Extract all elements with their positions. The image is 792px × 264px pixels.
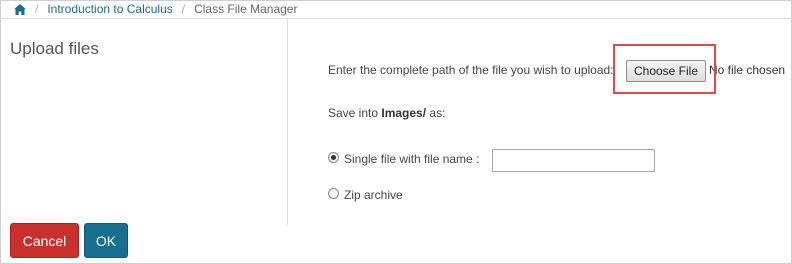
highlight-box [613,44,716,94]
upload-form: Enter the complete path of the file you … [289,19,791,225]
save-folder: Images/ [381,106,427,120]
single-file-label: Single file with file name : [344,152,480,166]
save-suffix: as: [426,106,446,120]
page-title: Upload files [10,39,99,58]
no-file-status: No file chosen [709,63,786,77]
cancel-button[interactable]: Cancel [10,223,79,258]
breadcrumb-current: Class File Manager [194,2,298,16]
breadcrumb: / Introduction to Calculus / Class File … [14,0,297,18]
save-destination-label: Save into Images/ as: [328,106,445,120]
zip-archive-radio[interactable] [328,188,339,199]
ok-button[interactable]: OK [84,223,128,258]
home-icon[interactable] [14,3,26,15]
single-file-radio[interactable] [328,152,339,163]
left-pane: Upload files [1,19,288,225]
breadcrumb-separator: / [35,2,39,16]
file-path-label: Enter the complete path of the file you … [328,63,614,77]
zip-archive-label: Zip archive [344,188,403,202]
save-prefix: Save into [328,106,382,120]
breadcrumb-course-link[interactable]: Introduction to Calculus [47,2,172,16]
file-name-input[interactable] [492,149,655,172]
breadcrumb-separator: / [181,2,186,16]
